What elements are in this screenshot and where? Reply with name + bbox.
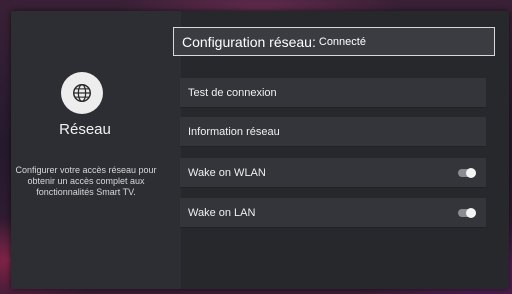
wake-on-lan-toggle[interactable]: [458, 208, 476, 218]
connection-test-item[interactable]: Test de connexion: [180, 78, 486, 108]
network-config-header[interactable]: Configuration réseau: Connecté: [173, 27, 495, 56]
network-info-item[interactable]: Information réseau: [180, 117, 486, 147]
wake-on-lan-item[interactable]: Wake on LAN: [180, 198, 486, 228]
network-config-title: Configuration réseau:: [182, 33, 316, 50]
globe-icon-glyph: [73, 84, 91, 102]
wake-on-wlan-item[interactable]: Wake on WLAN: [180, 158, 486, 188]
menu-item-label: Wake on WLAN: [188, 166, 266, 179]
menu-item-label: Wake on LAN: [188, 206, 256, 219]
category-description: Configurer votre accès réseau pour obten…: [15, 165, 157, 197]
toggle-knob: [466, 208, 476, 218]
connection-status: Connecté: [318, 35, 366, 48]
menu-item-label: Test de connexion: [188, 86, 277, 99]
globe-icon: [61, 72, 103, 114]
category-pane: [11, 11, 181, 289]
menu-item-label: Information réseau: [188, 125, 280, 138]
toggle-knob: [466, 168, 476, 178]
wake-on-wlan-toggle[interactable]: [458, 168, 476, 178]
category-title: Réseau: [59, 121, 111, 138]
